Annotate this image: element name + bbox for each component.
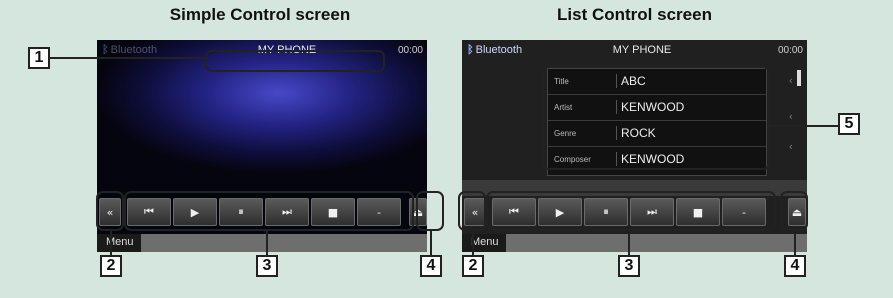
callout-number-4: 4: [784, 255, 806, 277]
callout-outline-info-list: [542, 66, 770, 170]
callout-number-2: 2: [462, 255, 484, 277]
chevron-left-icon[interactable]: ‹: [789, 110, 793, 123]
callout-number-3: 3: [256, 255, 278, 277]
chevron-left-icon[interactable]: ‹: [789, 140, 793, 153]
callout-outline-eject: [416, 191, 444, 231]
callout-outline-controls: [486, 191, 776, 231]
device-name: MY PHONE: [612, 44, 672, 56]
chevron-left-icon[interactable]: ‹: [789, 74, 793, 87]
callout-leader-2: [110, 231, 112, 255]
callout-outline-controls: [124, 191, 414, 231]
callout-outline-eject: [780, 191, 808, 231]
callout-outline-toggle: [96, 191, 124, 231]
source-text: Bluetooth: [475, 44, 523, 56]
callout-leader-4: [430, 231, 432, 255]
callout-leader-4: [794, 231, 796, 255]
simple-control-heading: Simple Control screen: [169, 5, 351, 24]
callout-leader-2: [472, 231, 474, 255]
source-label: ᛒ Bluetooth: [467, 44, 522, 56]
bottom-bar: Menu: [97, 234, 427, 252]
source-label: ᛒ Bluetooth: [102, 44, 157, 56]
bluetooth-icon: ᛒ: [467, 44, 474, 56]
clock: 00:00: [397, 45, 423, 56]
callout-number-2: 2: [100, 255, 122, 277]
menu-button[interactable]: Menu: [462, 234, 506, 252]
callout-leader-3: [266, 231, 268, 255]
callout-leader-3: [628, 231, 630, 255]
callout-outline-toggle: [458, 191, 486, 231]
list-control-heading: List Control screen: [557, 5, 712, 24]
callout-leader-1: [50, 57, 205, 59]
callout-number-1: 1: [28, 47, 50, 69]
bluetooth-icon: ᛒ: [102, 44, 109, 56]
callout-number-4: 4: [420, 255, 442, 277]
callout-leader-5: [770, 125, 838, 127]
callout-outline-device-name: [205, 50, 385, 72]
bottom-bar: Menu: [462, 234, 807, 252]
menu-button[interactable]: Menu: [97, 234, 141, 252]
callout-number-3: 3: [618, 255, 640, 277]
callout-number-5: 5: [838, 113, 860, 135]
clock: 00:00: [777, 45, 803, 56]
top-bar: ᛒ Bluetooth MY PHONE 00:00: [462, 40, 807, 62]
scrollbar-thumb[interactable]: [797, 70, 801, 86]
source-text: Bluetooth: [110, 44, 158, 56]
